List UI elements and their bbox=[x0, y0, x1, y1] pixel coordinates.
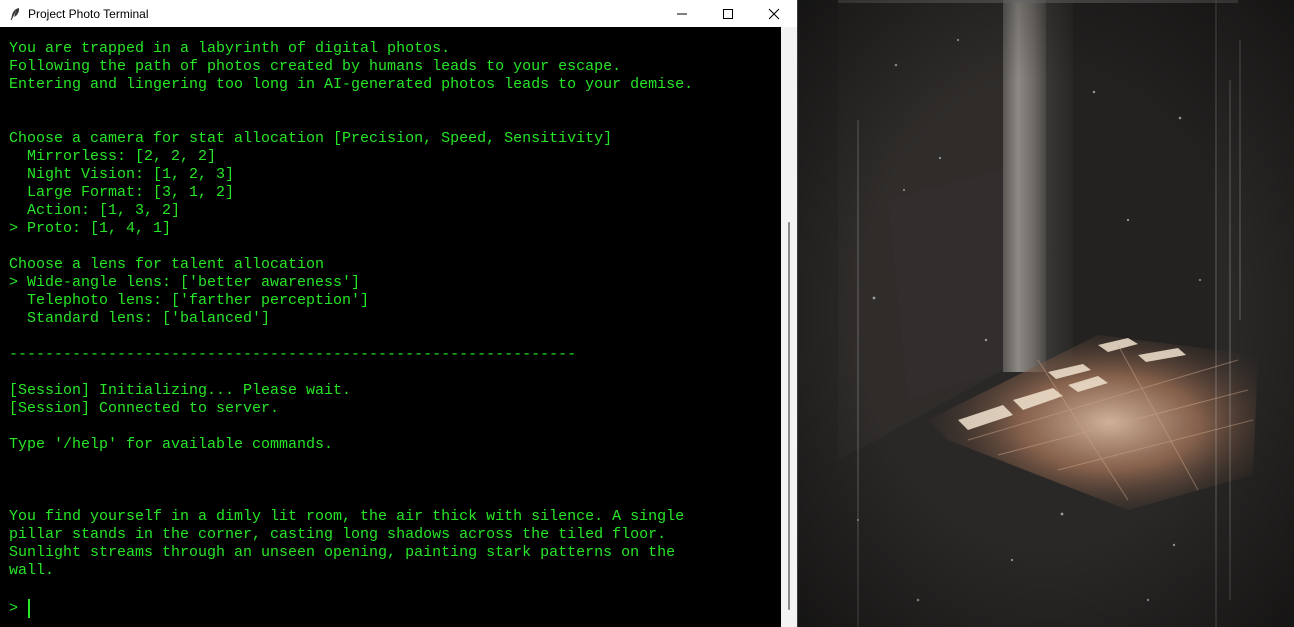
terminal-line: wall. bbox=[9, 562, 55, 579]
terminal-line: Standard lens: ['balanced'] bbox=[9, 310, 271, 327]
terminal-line: Choose a camera for stat allocation [Pre… bbox=[9, 130, 613, 147]
close-icon bbox=[768, 8, 780, 19]
terminal-line: [Session] Initializing... Please wait. bbox=[9, 382, 352, 399]
terminal-line: You are trapped in a labyrinth of digita… bbox=[9, 40, 451, 57]
terminal-line: Entering and lingering too long in AI-ge… bbox=[9, 76, 694, 93]
terminal-line: ----------------------------------------… bbox=[9, 346, 577, 363]
terminal-line: Type '/help' for available commands. bbox=[9, 436, 334, 453]
title-bar[interactable]: Project Photo Terminal bbox=[0, 0, 797, 27]
vertical-scrollbar[interactable] bbox=[781, 27, 797, 627]
maximize-button[interactable] bbox=[705, 0, 751, 27]
feather-icon bbox=[8, 7, 22, 21]
text-cursor bbox=[28, 598, 31, 618]
scrollbar-thumb[interactable] bbox=[788, 222, 790, 610]
terminal-line: > Wide-angle lens: ['better awareness'] bbox=[9, 274, 361, 291]
terminal-line: Night Vision: [1, 2, 3] bbox=[9, 166, 235, 183]
terminal-lines: You are trapped in a labyrinth of digita… bbox=[9, 40, 693, 580]
terminal-line: Mirrorless: [2, 2, 2] bbox=[9, 148, 217, 165]
photo-scene-image bbox=[798, 0, 1294, 627]
desktop: Project Photo Terminal You are trapped i… bbox=[0, 0, 1294, 627]
window-title: Project Photo Terminal bbox=[28, 6, 149, 21]
terminal-line: Sunlight streams through an unseen openi… bbox=[9, 544, 676, 561]
terminal-window: Project Photo Terminal You are trapped i… bbox=[0, 0, 798, 627]
close-button[interactable] bbox=[751, 0, 797, 27]
command-input[interactable]: > bbox=[9, 598, 31, 618]
minimize-icon bbox=[677, 13, 687, 14]
terminal-line: Large Format: [3, 1, 2] bbox=[9, 184, 235, 201]
terminal-line: > Proto: [1, 4, 1] bbox=[9, 220, 172, 237]
terminal-line: Telephoto lens: ['farther perception'] bbox=[9, 292, 370, 309]
terminal-line: Action: [1, 3, 2] bbox=[9, 202, 181, 219]
maximize-icon bbox=[723, 8, 733, 19]
minimize-button[interactable] bbox=[659, 0, 705, 27]
terminal-line: You find yourself in a dimly lit room, t… bbox=[9, 508, 685, 525]
terminal-line: pillar stands in the corner, casting lon… bbox=[9, 526, 667, 543]
prompt-symbol: > bbox=[9, 599, 19, 617]
terminal-output[interactable]: You are trapped in a labyrinth of digita… bbox=[0, 27, 781, 627]
terminal-line: Following the path of photos created by … bbox=[9, 58, 622, 75]
terminal-line: [Session] Connected to server. bbox=[9, 400, 280, 417]
terminal-line: Choose a lens for talent allocation bbox=[9, 256, 325, 273]
